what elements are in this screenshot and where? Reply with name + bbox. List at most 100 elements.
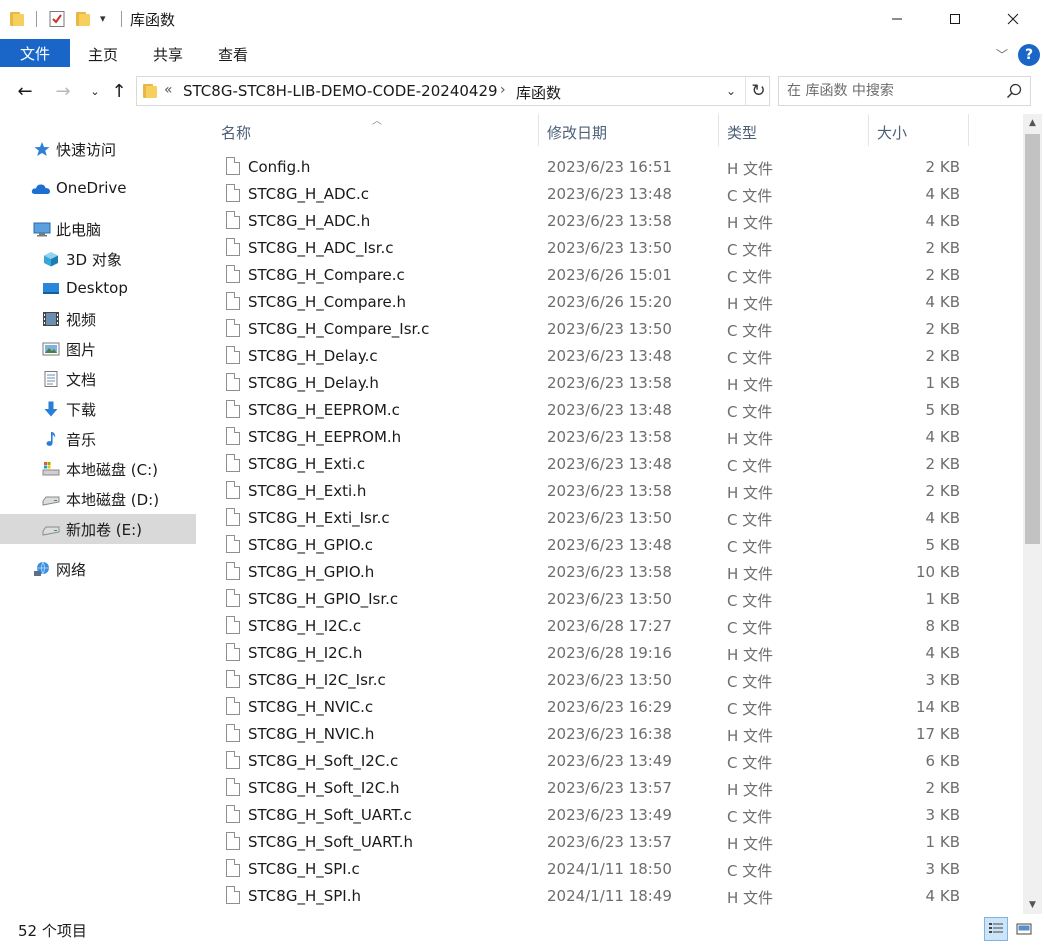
file-type: C 文件: [727, 403, 773, 421]
forward-button[interactable]: →: [52, 80, 74, 102]
recent-locations-button[interactable]: ⌄: [84, 80, 106, 102]
file-row[interactable]: STC8G_H_SPI.c 2024/1/11 18:50 C 文件 3 KB: [200, 856, 1021, 883]
download-icon: [44, 401, 58, 417]
tab-view[interactable]: 查看: [218, 44, 248, 65]
vertical-scrollbar[interactable]: ▲ ▼: [1023, 114, 1042, 914]
file-name: STC8G_H_SPI.c: [248, 860, 360, 878]
maximize-button[interactable]: [926, 0, 984, 38]
column-date[interactable]: 修改日期: [547, 122, 607, 143]
file-name: STC8G_H_Compare.c: [248, 266, 405, 284]
file-row[interactable]: STC8G_H_GPIO_Isr.c 2023/6/23 13:50 C 文件 1 K…: [200, 586, 1021, 613]
file-date: 2023/6/23 13:48: [547, 536, 672, 554]
file-row[interactable]: STC8G_H_Compare.h 2023/6/26 15:20 H 文件 4 KB: [200, 289, 1021, 316]
column-name[interactable]: 名称: [221, 122, 251, 143]
file-date: 2023/6/23 13:57: [547, 779, 672, 797]
file-row[interactable]: STC8G_H_Compare.c 2023/6/26 15:01 C 文件 2 KB: [200, 262, 1021, 289]
address-dropdown-icon[interactable]: ⌄: [726, 84, 736, 98]
nav-item-network[interactable]: 网络: [0, 554, 196, 584]
new-folder-icon[interactable]: [76, 12, 90, 26]
file-name: STC8G_H_SPI.h: [248, 887, 361, 905]
file-row[interactable]: STC8G_H_Exti_Isr.c 2023/6/23 13:50 C 文件 4 K…: [200, 505, 1021, 532]
file-icon: [226, 319, 240, 337]
up-button[interactable]: ↑: [108, 80, 130, 102]
file-row[interactable]: STC8G_H_ADC_Isr.c 2023/6/23 13:50 C 文件 2 KB: [200, 235, 1021, 262]
file-row[interactable]: STC8G_H_Soft_UART.c 2023/6/23 13:49 C 文件 3 …: [200, 802, 1021, 829]
file-size: 2 KB: [925, 158, 960, 176]
file-row[interactable]: STC8G_H_SPI.h 2024/1/11 18:49 H 文件 4 KB: [200, 883, 1021, 910]
file-row[interactable]: STC8G_H_Soft_I2C.h 2023/6/23 13:57 H 文件 2 K…: [200, 775, 1021, 802]
nav-item-videos[interactable]: 视频: [0, 304, 196, 334]
column-divider[interactable]: [968, 114, 969, 146]
file-row[interactable]: STC8G_H_EEPROM.h 2023/6/23 13:58 H 文件 4 KB: [200, 424, 1021, 451]
breadcrumb-current[interactable]: 库函数: [516, 82, 561, 103]
minimize-button[interactable]: [868, 0, 926, 38]
nav-item-downloads[interactable]: 下载: [0, 394, 196, 424]
search-input[interactable]: [787, 81, 997, 101]
file-row[interactable]: STC8G_H_Soft_UART.h 2023/6/23 13:57 H 文件 1 …: [200, 829, 1021, 856]
file-row[interactable]: STC8G_H_I2C.h 2023/6/28 19:16 H 文件 4 KB: [200, 640, 1021, 667]
address-overflow[interactable]: «: [164, 82, 173, 98]
nav-item-drive-c[interactable]: 本地磁盘 (C:): [0, 454, 196, 484]
nav-item-quick-access[interactable]: 快速访问: [0, 134, 196, 164]
file-type: C 文件: [727, 619, 773, 637]
customize-quick-access-icon[interactable]: ▾: [100, 12, 106, 25]
file-type: H 文件: [727, 430, 774, 448]
file-row[interactable]: STC8G_H_GPIO.c 2023/6/23 13:48 C 文件 5 KB: [200, 532, 1021, 559]
file-size: 4 KB: [925, 887, 960, 905]
file-row[interactable]: STC8G_H_Soft_I2C.c 2023/6/23 13:49 C 文件 6 K…: [200, 748, 1021, 775]
tab-share[interactable]: 共享: [153, 44, 183, 65]
music-icon: [46, 432, 56, 446]
file-row[interactable]: Config.h 2023/6/23 16:51 H 文件 2 KB: [200, 154, 1021, 181]
search-icon[interactable]: [1005, 82, 1023, 100]
file-row[interactable]: STC8G_H_Exti.h 2023/6/23 13:58 H 文件 2 KB: [200, 478, 1021, 505]
file-row[interactable]: STC8G_H_NVIC.h 2023/6/23 16:38 H 文件 17 KB: [200, 721, 1021, 748]
search-box[interactable]: [778, 76, 1031, 106]
expand-ribbon-icon[interactable]: ﹀: [996, 46, 1008, 63]
properties-icon[interactable]: [48, 10, 66, 28]
file-row[interactable]: STC8G_H_GPIO.h 2023/6/23 13:58 H 文件 10 KB: [200, 559, 1021, 586]
tab-file[interactable]: 文件: [0, 39, 70, 67]
file-row[interactable]: STC8G_H_Exti.c 2023/6/23 13:48 C 文件 2 KB: [200, 451, 1021, 478]
nav-item-drive-e[interactable]: 新加卷 (E:): [0, 514, 196, 544]
file-row[interactable]: STC8G_H_Compare_Isr.c 2023/6/23 13:50 C 文件…: [200, 316, 1021, 343]
breadcrumb-separator[interactable]: ›: [500, 82, 506, 98]
column-divider[interactable]: [718, 114, 719, 146]
column-divider[interactable]: [868, 114, 869, 146]
column-type[interactable]: 类型: [727, 122, 757, 143]
file-size: 4 KB: [925, 212, 960, 230]
file-row[interactable]: STC8G_H_EEPROM.c 2023/6/23 13:48 C 文件 5 KB: [200, 397, 1021, 424]
title-bar: ▾ 库函数: [0, 0, 1044, 38]
file-row[interactable]: STC8G_H_I2C_Isr.c 2023/6/23 13:50 C 文件 3 KB: [200, 667, 1021, 694]
file-row[interactable]: STC8G_H_ADC.c 2023/6/23 13:48 C 文件 4 KB: [200, 181, 1021, 208]
file-icon: [226, 751, 240, 769]
nav-label: 图片: [66, 341, 97, 359]
breadcrumb-root[interactable]: STC8G-STC8H-LIB-DEMO-CODE-20240429: [183, 82, 498, 100]
nav-item-this-pc[interactable]: 此电脑: [0, 214, 196, 244]
nav-item-documents[interactable]: 文档: [0, 364, 196, 394]
tab-home[interactable]: 主页: [88, 44, 118, 65]
refresh-button[interactable]: ↻: [745, 77, 771, 105]
file-row[interactable]: STC8G_H_Delay.c 2023/6/23 13:48 C 文件 2 KB: [200, 343, 1021, 370]
help-button[interactable]: ?: [1018, 44, 1040, 66]
nav-item-music[interactable]: 音乐: [0, 424, 196, 454]
nav-item-drive-d[interactable]: 本地磁盘 (D:): [0, 484, 196, 514]
column-divider[interactable]: [538, 114, 539, 146]
back-button[interactable]: ←: [14, 80, 36, 102]
desktop-icon: [43, 283, 59, 294]
scroll-up-icon[interactable]: ▲: [1023, 114, 1042, 132]
file-row[interactable]: STC8G_H_ADC.h 2023/6/23 13:58 H 文件 4 KB: [200, 208, 1021, 235]
close-button[interactable]: [984, 0, 1042, 38]
scroll-down-icon[interactable]: ▼: [1023, 896, 1042, 914]
details-view-button[interactable]: [984, 917, 1008, 941]
nav-item-desktop[interactable]: Desktop: [0, 274, 196, 304]
file-row[interactable]: STC8G_H_I2C.c 2023/6/28 17:27 C 文件 8 KB: [200, 613, 1021, 640]
nav-item-3d-objects[interactable]: 3D 对象: [0, 244, 196, 274]
large-icons-view-button[interactable]: [1012, 917, 1036, 941]
address-bar[interactable]: « STC8G-STC8H-LIB-DEMO-CODE-20240429 › 库…: [136, 76, 770, 106]
column-size[interactable]: 大小: [877, 122, 907, 143]
file-row[interactable]: STC8G_H_Delay.h 2023/6/23 13:58 H 文件 1 KB: [200, 370, 1021, 397]
file-row[interactable]: STC8G_H_NVIC.c 2023/6/23 16:29 C 文件 14 KB: [200, 694, 1021, 721]
nav-item-onedrive[interactable]: OneDrive: [0, 174, 196, 204]
scroll-thumb[interactable]: [1025, 134, 1040, 544]
nav-item-pictures[interactable]: 图片: [0, 334, 196, 364]
